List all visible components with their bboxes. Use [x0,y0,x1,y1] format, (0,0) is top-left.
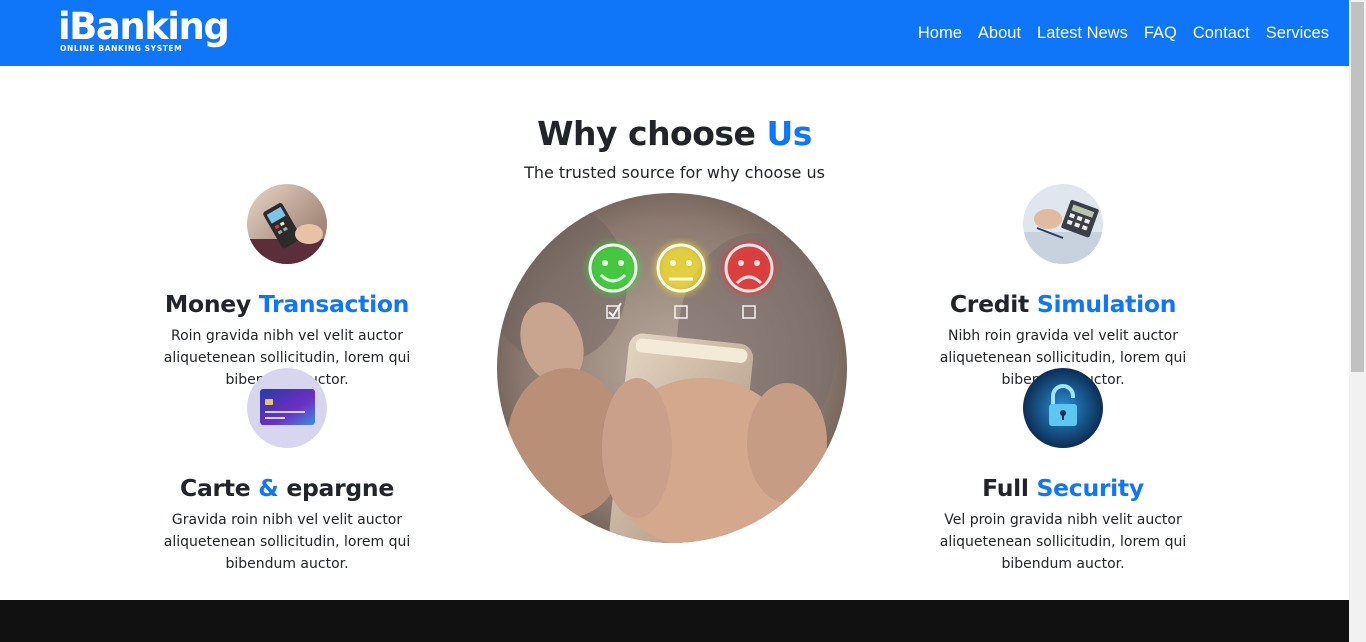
satisfaction-hero-image [497,193,847,543]
feature-carte-text: Gravida roin nibh vel velit auctor aliqu… [163,512,411,572]
footer [0,600,1349,642]
section-title: Why choose Us [0,114,1349,153]
feature-full-security: Full Security Vel proin gravida nibh vel… [883,368,1243,575]
nav-services[interactable]: Services [1266,24,1329,43]
feature-carte-epargne: Carte & epargne Gravida roin nibh vel ve… [107,368,467,575]
feature-money-title: Money Transaction [107,290,467,318]
feature-carte-title-end: epargne [286,474,394,502]
credit-card-image [247,368,327,448]
top-navbar: iBanking ONLINE BANKING SYSTEM Home Abou… [0,0,1349,66]
nav-home[interactable]: Home [918,24,962,43]
nav-latest-news[interactable]: Latest News [1037,24,1128,43]
brand-name: iBanking [58,5,230,48]
feature-security-title: Full Security [883,474,1243,502]
section-title-accent: Us [766,114,812,153]
nav-faq[interactable]: FAQ [1144,24,1177,43]
section-subtitle: The trusted source for why choose us [524,163,825,182]
feature-credit-title-main: Credit [949,290,1029,318]
section-title-main: Why choose [537,114,756,153]
feature-security-text: Vel proin gravida nibh velit auctor aliq… [939,512,1187,572]
scrollbar-thumb[interactable] [1351,2,1364,372]
feature-money-title-main: Money [164,290,251,318]
feature-credit-title: Credit Simulation [883,290,1243,318]
payment-terminal-image [247,184,327,264]
brand-logo[interactable]: iBanking ONLINE BANKING SYSTEM [58,5,230,58]
calculator-image [1023,184,1103,264]
feature-security-title-accent: Security [1036,474,1145,502]
feature-money-transaction: Money Transaction Roin gravida nibh vel … [107,184,467,391]
feature-carte-title-accent: & [258,474,279,502]
feature-security-title-main: Full [982,474,1029,502]
nav-about[interactable]: About [978,24,1021,43]
feature-credit-title-accent: Simulation [1036,290,1177,318]
feature-carte-title-main: Carte [180,474,251,502]
nav-links: Home About Latest News FAQ Contact Servi… [918,0,1329,66]
feature-carte-title: Carte & epargne [107,474,467,502]
feature-money-title-accent: Transaction [258,290,410,318]
page-scrollbar[interactable] [1349,0,1366,642]
nav-contact[interactable]: Contact [1193,24,1250,43]
padlock-image [1023,368,1103,448]
feature-credit-simulation: Credit Simulation Nibh roin gravida vel … [883,184,1243,391]
